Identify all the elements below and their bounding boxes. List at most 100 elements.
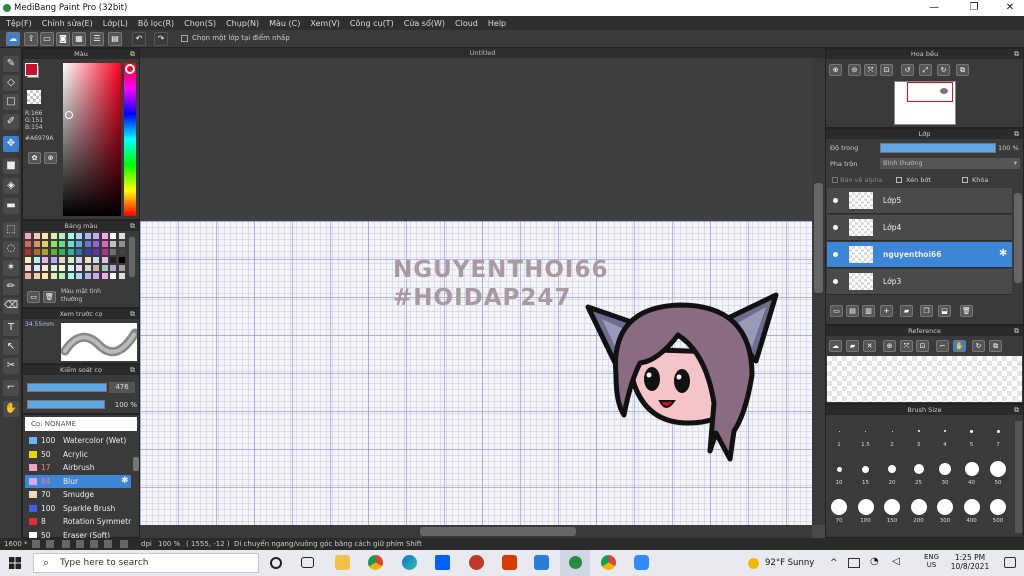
palette-swatch[interactable] (93, 273, 99, 279)
layer-row[interactable]: Lớp4 (827, 215, 1012, 241)
menu-color[interactable]: Màu (C) (269, 19, 300, 28)
panel-close-icon[interactable]: ⧉ (130, 49, 135, 59)
palette-swatch[interactable] (59, 273, 65, 279)
gear-icon[interactable]: ✱ (121, 475, 129, 488)
new-folder-icon[interactable]: ▰ (900, 305, 913, 317)
eyedropper-tool-icon[interactable]: ⌐ (3, 380, 19, 396)
menu-snap[interactable]: Chụp(N) (226, 19, 259, 28)
brush-size-dot[interactable] (937, 499, 953, 515)
brush-list-item[interactable]: 17 Airbrush (25, 461, 131, 474)
palette-swatch[interactable] (84, 249, 91, 255)
new-halftone-layer-icon[interactable]: ▤ (846, 305, 859, 317)
operation-tool-icon[interactable]: ↖ (3, 339, 19, 355)
grid-status-icon[interactable] (104, 540, 112, 548)
hand-status-icon[interactable] (76, 540, 84, 548)
palette-swatch[interactable] (110, 233, 116, 239)
ref-rotate-icon[interactable]: ↻ (972, 340, 985, 352)
layer-row[interactable]: Lớp3 (827, 269, 1012, 295)
new-8bit-layer-icon[interactable]: ▥ (862, 305, 875, 317)
menu-view[interactable]: Xem(V) (310, 19, 340, 28)
list-icon[interactable]: ☰ (90, 32, 104, 46)
brush-set-header[interactable]: Cọ: NONAME (25, 417, 137, 431)
panel-close-icon[interactable]: ⧉ (130, 309, 135, 319)
actual-size-icon[interactable]: ⊡ (880, 64, 893, 76)
merge-layer-icon[interactable]: ⬓ (938, 305, 951, 317)
menu-edit[interactable]: Chỉnh sửa(E) (42, 19, 93, 28)
brush-size-slider[interactable] (27, 383, 107, 392)
brush-size-dot[interactable] (913, 464, 924, 474)
brush-size-scrollbar[interactable] (1015, 421, 1022, 533)
brush-size-dot[interactable] (939, 463, 951, 475)
ref-eyedropper-icon[interactable]: ⌐ (936, 340, 949, 352)
vertical-scroll-thumb[interactable] (814, 183, 823, 293)
menu-tools[interactable]: Công cụ(T) (350, 19, 394, 28)
palette-swatch[interactable] (50, 265, 57, 271)
brush-size-dot[interactable] (857, 499, 874, 515)
palette-swatch[interactable] (118, 241, 125, 247)
palette-swatch[interactable] (84, 257, 91, 263)
palette-swatch[interactable] (67, 241, 74, 247)
hue-slider[interactable] (124, 63, 136, 216)
brush-size-dot[interactable] (888, 465, 896, 473)
palette-swatch[interactable] (76, 257, 82, 263)
redo-icon[interactable]: ↷ (154, 32, 168, 46)
palette-swatch[interactable] (93, 249, 99, 255)
palette-swatch[interactable] (84, 233, 91, 239)
palette-swatch[interactable] (118, 257, 125, 263)
menu-window[interactable]: Cửa sổ(W) (404, 19, 445, 28)
brush-list-item[interactable]: 100 Watercolor (Wet) (25, 434, 131, 447)
hand-tool-icon[interactable]: ✋ (3, 401, 19, 417)
zoom-in-icon[interactable]: ⊕ (829, 64, 842, 76)
brush-list-item[interactable]: 100 Sparkle Brush (25, 502, 131, 515)
select-eraser-tool-icon[interactable]: ⌫ (3, 298, 19, 314)
eye-icon[interactable] (833, 225, 838, 230)
undo-icon[interactable]: ↶ (132, 32, 146, 46)
palette-swatch[interactable] (84, 265, 91, 271)
palette-swatch[interactable] (67, 273, 74, 279)
color-wheel-icon[interactable]: ✿ (28, 152, 41, 164)
taskbar-search-input[interactable]: ⌕ Type here to search (33, 553, 259, 573)
palette-swatch[interactable] (59, 257, 65, 263)
volume-icon[interactable]: ◁ (892, 556, 900, 567)
brush-list-item[interactable]: 50 Eraser (Soft) (25, 529, 131, 538)
flip-status-icon[interactable] (90, 540, 98, 548)
palette-swatch[interactable] (84, 241, 91, 247)
zoom-value[interactable]: 1600 * (4, 538, 28, 550)
transparent-color-swatch[interactable] (27, 90, 41, 104)
delete-layer-icon[interactable]: 🗑 (960, 305, 973, 317)
palette-swatch[interactable] (25, 249, 31, 255)
brush-size-dot[interactable] (944, 430, 946, 432)
brush-size-dot[interactable] (862, 465, 869, 473)
chat-icon[interactable]: ◙ (56, 32, 70, 46)
palette-swatch[interactable] (25, 273, 31, 279)
medibang-taskbar-item[interactable] (560, 550, 590, 576)
palette-swatch[interactable] (42, 265, 48, 271)
ref-actual-size-icon[interactable]: ⊡ (916, 340, 929, 352)
open-reference-icon[interactable]: ▰ (846, 340, 859, 352)
wifi-icon[interactable]: ◔ (870, 556, 879, 567)
language-indicator[interactable]: ENG US (924, 553, 939, 569)
zoom-in-status-icon[interactable] (32, 540, 40, 548)
add-layer-menu-icon[interactable]: + (880, 305, 893, 317)
move-tool-icon[interactable]: ✥ (3, 136, 19, 152)
cloud-reference-icon[interactable]: ☁ (829, 340, 842, 352)
palette-swatch[interactable] (42, 249, 48, 255)
palette-swatch[interactable] (101, 273, 108, 279)
palette-swatch[interactable] (101, 265, 108, 271)
palette-swatch[interactable] (33, 233, 40, 239)
foreground-color-swatch[interactable] (25, 63, 38, 76)
palette-swatch[interactable] (110, 257, 116, 263)
reference-canvas[interactable] (827, 356, 1022, 402)
palette-swatch[interactable] (76, 273, 82, 279)
layer-row[interactable]: Lớp5 (827, 188, 1012, 214)
brush-size-dot[interactable] (831, 499, 847, 515)
brush-size-dot[interactable] (838, 430, 840, 432)
panel-close-icon[interactable]: ⧉ (130, 365, 135, 375)
palette-swatch[interactable] (42, 241, 48, 247)
palette-swatch[interactable] (118, 233, 125, 239)
clock[interactable]: 1:25 PM 10/8/2021 (950, 553, 990, 571)
menu-layer[interactable]: Lớp(L) (103, 19, 128, 28)
brush-size-dot[interactable] (891, 430, 893, 432)
palette-swatch[interactable] (110, 265, 116, 271)
brush-size-dot[interactable] (917, 430, 920, 432)
